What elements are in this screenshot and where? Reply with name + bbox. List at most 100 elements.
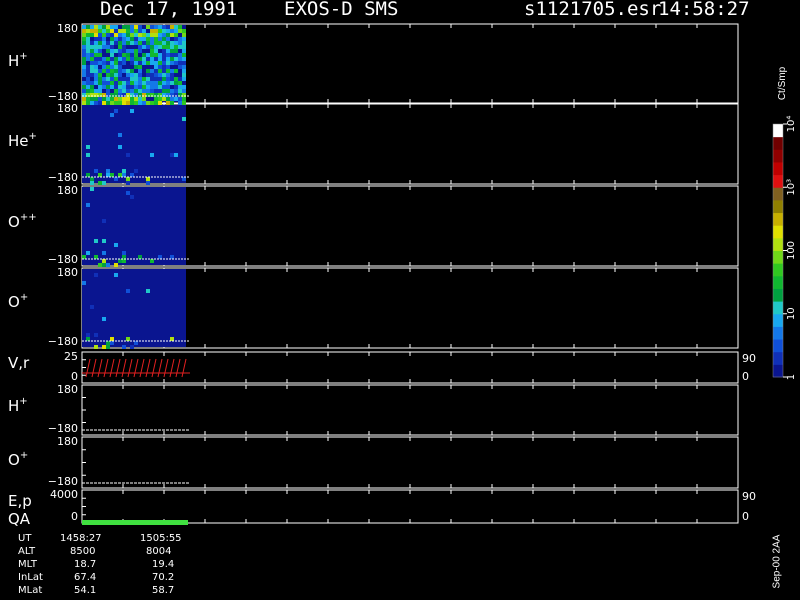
spectrogram-cell [94, 345, 98, 349]
spectrogram-cell [86, 73, 90, 77]
spectrogram-cell [98, 81, 102, 85]
spectrogram-cell [86, 145, 90, 149]
spectrogram-cell [110, 33, 114, 37]
panel-frame [81, 384, 739, 436]
velocity-vector [181, 358, 187, 378]
spectrogram-cell [174, 53, 178, 57]
spectrogram-cell [114, 33, 118, 37]
spectrogram-cell [102, 317, 106, 321]
spectrogram-cell [146, 37, 150, 41]
spectrogram-cell [102, 37, 106, 41]
spectrogram-cell [94, 65, 98, 69]
spectrogram-cell [138, 101, 142, 105]
spectrogram-cell [162, 73, 166, 77]
spectrogram-cell [102, 41, 106, 45]
spectrogram-cell [170, 45, 174, 49]
y-tick-label-max: 180 [57, 383, 78, 396]
spectrogram-cell [130, 89, 134, 93]
spectrogram-cell [82, 89, 86, 93]
spectrogram-cell [114, 273, 118, 277]
spectrogram-cell [162, 33, 166, 37]
spectrogram-cell [90, 65, 94, 69]
spectrogram-cell [158, 25, 162, 29]
spectrogram-cell [182, 117, 186, 121]
spectrogram-cell [102, 61, 106, 65]
spectrogram-cell [126, 69, 130, 73]
spectrogram-cell [154, 65, 158, 69]
spectrogram-cell [150, 69, 154, 73]
spectrogram-cell [134, 77, 138, 81]
spectrogram-cell [114, 25, 118, 29]
spectrogram-cell [106, 89, 110, 93]
spectrogram-cell [98, 37, 102, 41]
spectrogram-cell [154, 61, 158, 65]
spectrogram-cell [90, 69, 94, 73]
spectrogram-cell [126, 97, 130, 101]
spectrogram-cell [110, 73, 114, 77]
spectrogram-cell [98, 45, 102, 49]
spectrogram-cell [86, 251, 90, 255]
spectrogram-cell [154, 69, 158, 73]
spectrogram-cell [102, 97, 106, 101]
spectrogram-cell [94, 255, 98, 259]
spectrogram-cell [158, 33, 162, 37]
y-tick-label-max: 4000 [50, 488, 78, 501]
spectrogram-cell [138, 255, 142, 259]
spectrogram-cell [90, 181, 94, 185]
spectrogram-cell [102, 57, 106, 61]
spectrogram-cell [102, 65, 106, 69]
spectrogram-cell [154, 85, 158, 89]
spectrogram-cell [154, 57, 158, 61]
spectrogram-cell [90, 53, 94, 57]
spectrogram-cell [178, 61, 182, 65]
spectrogram-cell [86, 65, 90, 69]
spectrogram-cell [166, 37, 170, 41]
spectrogram-cell [130, 173, 134, 177]
spectrogram-cell [106, 65, 110, 69]
spectrogram-cell [142, 53, 146, 57]
spectrogram-cell [174, 45, 178, 49]
colorbar-segment [773, 212, 783, 226]
colorbar-segment [773, 161, 783, 176]
spectrogram-cell [126, 53, 130, 57]
spectrogram-cell [146, 177, 150, 181]
spectrogram-cell [150, 101, 154, 105]
spectrogram-cell [126, 37, 130, 41]
spectrogram-cell [146, 53, 150, 57]
spectrogram-cell [94, 273, 98, 277]
spectrogram-cell [182, 77, 186, 81]
spectrogram-cell [106, 77, 110, 81]
colorbar-segment [773, 351, 783, 365]
spectrogram-cell [114, 85, 118, 89]
spectrogram-cell [130, 41, 134, 45]
colorbar-segment [773, 301, 783, 315]
spectrogram-cell [122, 53, 126, 57]
velocity-vector [115, 358, 121, 378]
spectrogram-cell [82, 45, 86, 49]
spectrogram-cell [126, 191, 130, 195]
spectrogram-cell [122, 29, 126, 33]
spectrogram-cell [90, 101, 94, 105]
spectrogram-cell [158, 255, 162, 259]
spectrogram-cell [130, 77, 134, 81]
spectrogram-cell [122, 173, 126, 177]
spectrogram-cell [86, 89, 90, 93]
spectrogram-cell [178, 97, 182, 101]
spectrogram-cell [106, 85, 110, 89]
spectrogram-cell [126, 73, 130, 77]
spectrogram-cell [142, 45, 146, 49]
spectrogram-cell [118, 97, 122, 101]
spectrogram-cell [86, 41, 90, 45]
spectrogram-cell [102, 263, 106, 267]
spectrogram-cell [86, 37, 90, 41]
spectrogram-cell [94, 61, 98, 65]
spectrogram-cell [146, 85, 150, 89]
velocity-vector [127, 358, 133, 378]
spectrogram-cell [94, 97, 98, 101]
spectrogram-cell [142, 81, 146, 85]
spectrogram-cell [158, 97, 162, 101]
velocity-vector [151, 358, 157, 378]
spectrogram-cell [126, 289, 130, 293]
spectrogram-cell [182, 57, 186, 61]
spectrogram-cell [82, 57, 86, 61]
